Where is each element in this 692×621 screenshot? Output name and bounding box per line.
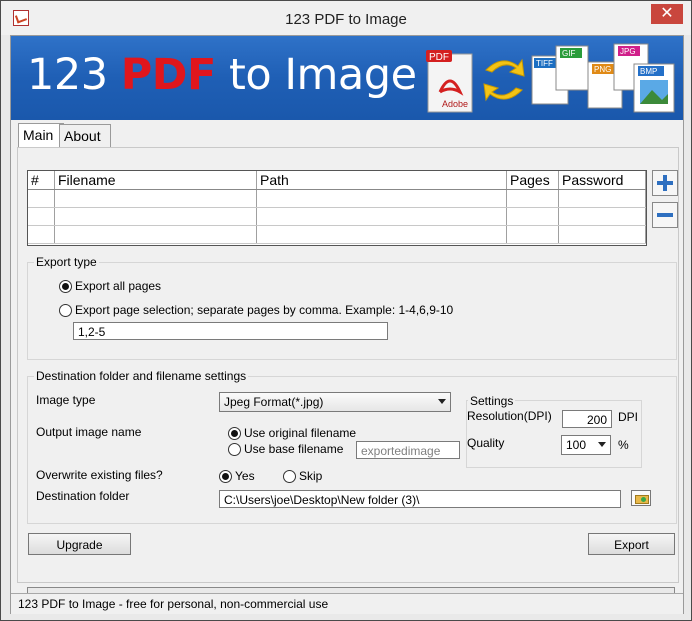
output-name-label: Output image name xyxy=(36,425,142,439)
chevron-down-icon xyxy=(598,442,606,447)
tab-about[interactable]: About xyxy=(59,124,111,147)
overwrite-yes-label[interactable]: Yes xyxy=(235,469,255,483)
destination-folder-label: Destination folder xyxy=(36,489,130,503)
overwrite-skip-label[interactable]: Skip xyxy=(299,469,322,483)
banner-title-123: 123 xyxy=(27,50,121,100)
table-header-row: # Filename Path Pages Password xyxy=(28,171,646,190)
banner: 123 PDF to Image PDF Adobe TIFF GIF PNG … xyxy=(11,36,683,120)
table-row[interactable] xyxy=(28,189,646,208)
image-type-label: Image type xyxy=(36,393,96,407)
export-selection-label[interactable]: Export page selection; separate pages by… xyxy=(75,303,453,317)
file-table[interactable]: # Filename Path Pages Password xyxy=(27,170,647,246)
destination-folder-input[interactable]: C:\Users\joe\Desktop\New folder (3)\ xyxy=(219,490,621,508)
tab-main[interactable]: Main xyxy=(18,123,64,148)
app-window: 123 PDF to Image ✕ 123 PDF to Image PDF … xyxy=(0,0,692,621)
use-base-radio[interactable] xyxy=(228,443,241,456)
overwrite-skip-radio[interactable] xyxy=(283,470,296,483)
column-header-number[interactable]: # xyxy=(28,171,55,190)
settings-group: Settings Resolution(DPI) 200 DPI Quality… xyxy=(466,394,642,468)
svg-text:PNG: PNG xyxy=(594,65,611,74)
svg-text:JPG: JPG xyxy=(620,47,636,56)
close-icon: ✕ xyxy=(660,5,674,22)
resolution-label: Resolution(DPI) xyxy=(467,409,552,423)
image-formats-icon: TIFF GIF PNG JPG BMP xyxy=(531,43,675,113)
title-bar[interactable]: 123 PDF to Image ✕ xyxy=(1,1,691,35)
overwrite-yes-radio[interactable] xyxy=(219,470,232,483)
use-base-label[interactable]: Use base filename xyxy=(244,442,343,456)
page-selection-input[interactable]: 1,2-5 xyxy=(73,322,388,340)
quality-unit: % xyxy=(618,438,629,452)
svg-text:PDF: PDF xyxy=(429,52,449,63)
window-title: 123 PDF to Image xyxy=(285,11,407,28)
banner-title-to-image: to Image xyxy=(215,50,417,100)
overwrite-label: Overwrite existing files? xyxy=(36,468,163,482)
export-type-legend: Export type xyxy=(34,255,99,269)
table-row[interactable] xyxy=(28,207,646,226)
svg-text:BMP: BMP xyxy=(640,67,657,76)
upgrade-button[interactable]: Upgrade xyxy=(28,533,131,555)
column-header-password[interactable]: Password xyxy=(558,171,646,190)
table-row[interactable] xyxy=(28,225,646,244)
chevron-down-icon xyxy=(438,399,446,404)
column-header-path[interactable]: Path xyxy=(256,171,507,190)
banner-title: 123 PDF to Image xyxy=(27,50,417,100)
export-all-label[interactable]: Export all pages xyxy=(75,279,161,293)
svg-text:TIFF: TIFF xyxy=(536,59,553,68)
main-tab-panel: # Filename Path Pages Password Export ty… xyxy=(17,147,679,583)
resolution-unit: DPI xyxy=(618,410,639,424)
use-original-label[interactable]: Use original filename xyxy=(244,426,356,440)
client-area: 123 PDF to Image PDF Adobe TIFF GIF PNG … xyxy=(10,35,684,614)
column-header-filename[interactable]: Filename xyxy=(54,171,257,190)
pdf-document-icon: PDF Adobe xyxy=(426,50,473,113)
export-all-radio[interactable] xyxy=(59,280,72,293)
export-type-group: Export type Export all pages Export page… xyxy=(27,255,677,360)
image-type-select[interactable]: Jpeg Format(*.jpg) xyxy=(219,392,451,412)
status-text: 123 PDF to Image - free for personal, no… xyxy=(18,597,329,611)
use-original-radio[interactable] xyxy=(228,427,241,440)
quality-value: 100 xyxy=(566,438,587,452)
banner-illustration: PDF Adobe TIFF GIF PNG JPG BMP xyxy=(426,43,675,113)
banner-title-pdf: PDF xyxy=(120,50,217,100)
add-file-button[interactable] xyxy=(652,170,678,196)
browse-folder-button[interactable] xyxy=(631,490,651,506)
quality-label: Quality xyxy=(467,436,505,450)
quality-select[interactable]: 100 xyxy=(561,435,611,455)
status-bar: 123 PDF to Image - free for personal, no… xyxy=(11,593,683,614)
convert-arrows-icon xyxy=(483,58,525,102)
destination-legend: Destination folder and filename settings xyxy=(34,369,249,383)
remove-file-button[interactable] xyxy=(652,202,678,228)
base-filename-input[interactable]: exportedimage xyxy=(356,441,460,459)
resolution-input[interactable]: 200 xyxy=(562,410,612,428)
image-type-value: Jpeg Format(*.jpg) xyxy=(224,395,324,409)
svg-text:Adobe: Adobe xyxy=(442,99,468,109)
export-selection-radio[interactable] xyxy=(59,304,72,317)
svg-text:GIF: GIF xyxy=(562,49,575,58)
settings-legend: Settings xyxy=(468,394,516,408)
export-button[interactable]: Export xyxy=(588,533,675,555)
column-header-pages[interactable]: Pages xyxy=(506,171,559,190)
close-button[interactable]: ✕ xyxy=(651,4,683,24)
